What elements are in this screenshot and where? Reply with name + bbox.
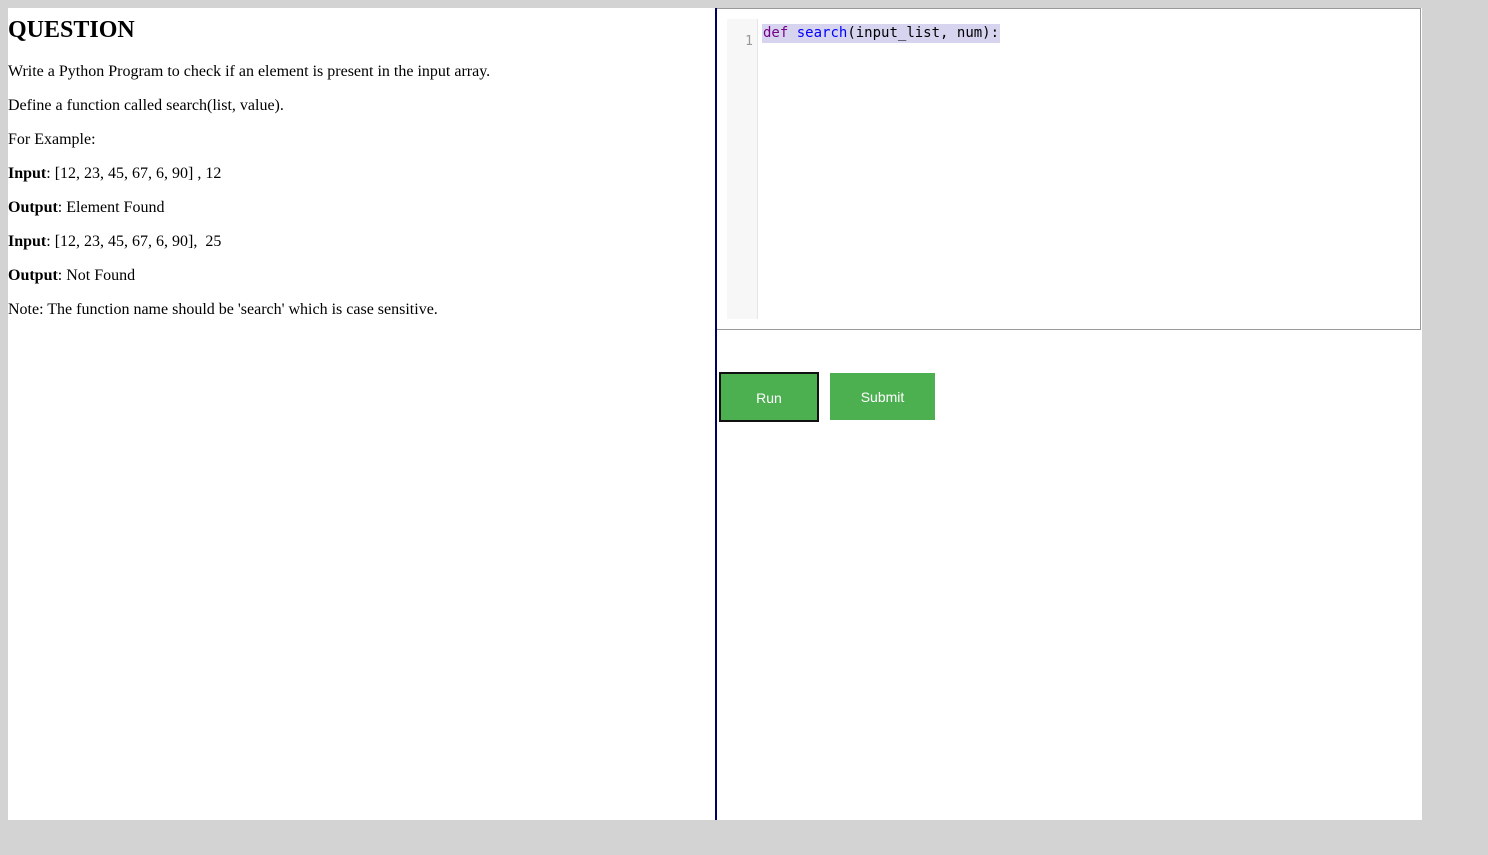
code-keyword: def	[763, 25, 789, 41]
run-button[interactable]: Run	[719, 372, 819, 422]
code-signature: (input_list, num):	[847, 25, 1000, 41]
question-panel: QUESTION Write a Python Program to check…	[8, 8, 715, 820]
example-1-input-value: : [12, 23, 45, 67, 6, 90] , 12	[46, 165, 222, 182]
submit-button[interactable]: Submit	[830, 373, 935, 420]
example-2-output: Output: Not Found	[8, 266, 135, 286]
question-function-definition: Define a function called search(list, va…	[8, 97, 284, 114]
example-1-output-label: Output	[8, 199, 58, 216]
example-1-output: Output: Element Found	[8, 198, 164, 218]
question-note: Note: The function name should be 'searc…	[8, 301, 438, 318]
example-2-input: Input: [12, 23, 45, 67, 6, 90], 25	[8, 232, 221, 252]
example-2-output-label: Output	[8, 267, 58, 284]
example-1-input-label: Input	[8, 165, 47, 182]
question-title: QUESTION	[8, 17, 135, 43]
app-window: QUESTION Write a Python Program to check…	[8, 8, 1422, 820]
example-1-output-value: : Element Found	[57, 199, 165, 216]
code-line[interactable]: def search(input_list, num):	[762, 24, 1001, 43]
line-number: 1	[745, 34, 753, 49]
question-example-heading: For Example:	[8, 131, 96, 148]
example-2-input-value: : [12, 23, 45, 67, 6, 90], 25	[46, 233, 222, 250]
example-2-output-value: : Not Found	[57, 267, 136, 284]
example-1-input: Input: [12, 23, 45, 67, 6, 90] , 12	[8, 164, 221, 184]
code-editor[interactable]: 1 def search(input_list, num):	[717, 8, 1421, 330]
code-function-name: search	[796, 25, 848, 41]
example-2-input-label: Input	[8, 233, 47, 250]
line-number-gutter: 1	[727, 19, 758, 319]
question-description: Write a Python Program to check if an el…	[8, 63, 491, 80]
